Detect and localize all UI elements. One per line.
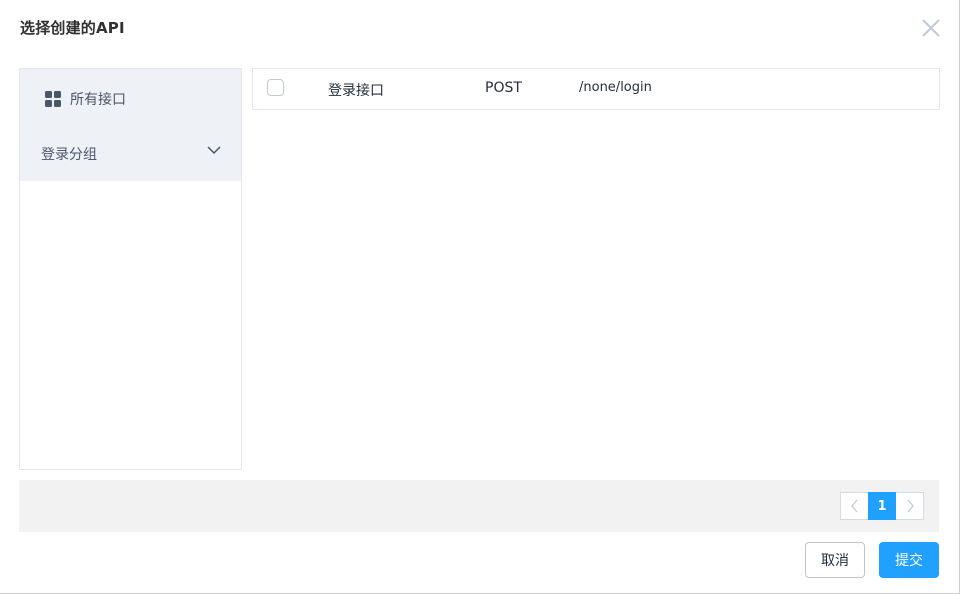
api-method-cell: POST (485, 80, 522, 96)
pagination: 1 (840, 492, 924, 520)
group-item-login[interactable]: 登录分组 (20, 127, 241, 181)
chevron-left-icon (850, 499, 857, 513)
next-page-button[interactable] (896, 492, 924, 520)
select-api-dialog: 选择创建的API 所有接口 登录分组 登录接口 POST /none/login… (0, 0, 960, 594)
table-row: 登录接口 POST /none/login (253, 69, 939, 109)
group-item-label: 登录分组 (41, 147, 97, 163)
prev-page-button[interactable] (840, 492, 868, 520)
close-icon (922, 19, 940, 37)
grid-icon (45, 91, 61, 107)
close-button[interactable] (919, 16, 943, 40)
group-item-label: 所有接口 (70, 92, 126, 108)
api-select-checkbox[interactable] (267, 79, 284, 96)
api-name-cell: 登录接口 (328, 83, 384, 99)
pagination-bar: 1 (19, 480, 939, 532)
api-group-panel: 所有接口 登录分组 (19, 68, 242, 470)
submit-button[interactable]: 提交 (879, 542, 939, 578)
cancel-button[interactable]: 取消 (805, 542, 865, 578)
dialog-title: 选择创建的API (20, 19, 125, 37)
group-list: 所有接口 登录分组 (20, 69, 241, 181)
page-number-current[interactable]: 1 (868, 492, 896, 520)
chevron-down-icon (207, 146, 221, 155)
api-path-cell: /none/login (579, 80, 652, 95)
group-item-all-apis[interactable]: 所有接口 (20, 69, 241, 127)
chevron-right-icon (907, 499, 914, 513)
api-table: 登录接口 POST /none/login (252, 68, 940, 110)
